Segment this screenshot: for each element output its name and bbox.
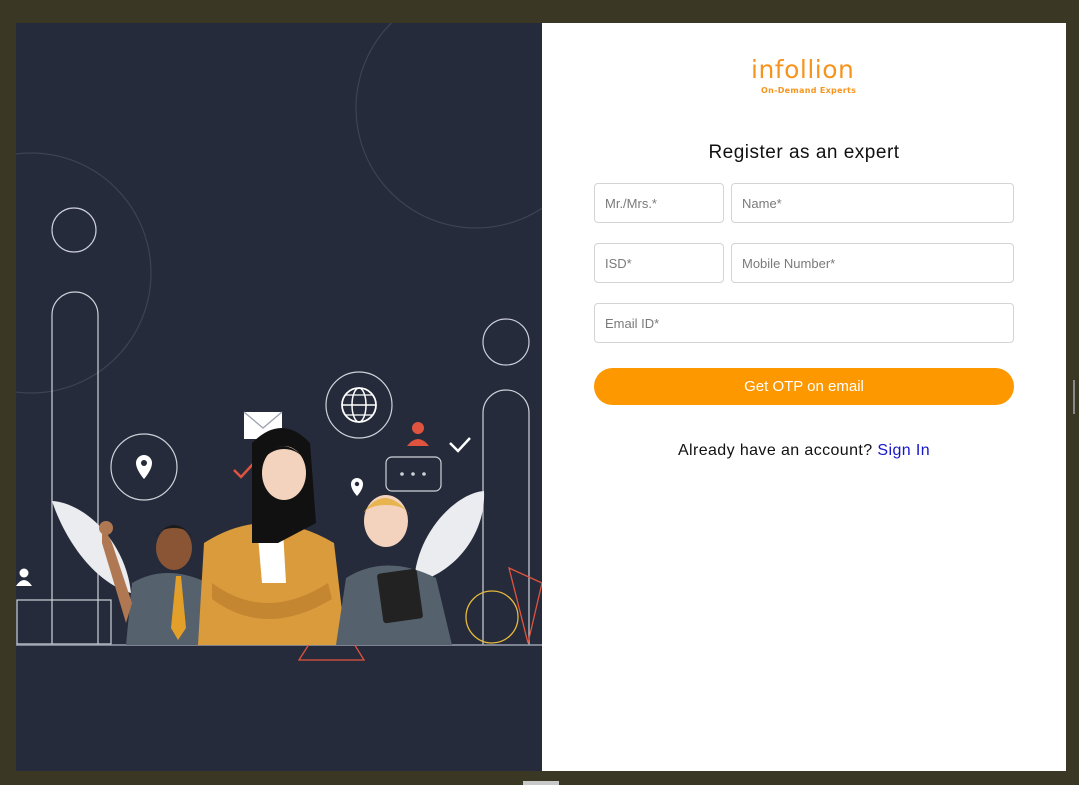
decor-circle-small-right [482,318,530,366]
isd-field[interactable] [594,243,724,283]
app-window: infollion On-Demand Experts Register as … [16,23,1066,771]
email-field[interactable] [594,303,1014,343]
register-panel: infollion On-Demand Experts Register as … [542,23,1066,771]
team-illustration [16,23,542,661]
location-pin-icon [136,455,152,479]
check-icon-red [233,463,254,479]
signin-row: Already have an account? Sign In [542,442,1066,460]
decor-circle-large [355,23,542,229]
person-man-waving [99,521,214,645]
title-field[interactable] [594,183,724,223]
decor-arch-right [482,389,530,645]
infollion-logo: infollion On-Demand Experts [751,55,861,101]
person-woman-center [198,428,346,645]
logo-wordmark: infollion [751,55,855,84]
decor-arch-left [51,291,99,645]
name-field[interactable] [731,183,1014,223]
signin-prompt: Already have an account? [677,442,873,459]
logo-tagline: On-Demand Experts [761,86,857,95]
scrollbar-thumb[interactable] [1073,380,1075,414]
user-icon-red [412,422,424,434]
page-title: Register as an expert [708,142,900,163]
check-icon-white [449,437,471,453]
illustration-panel [16,23,542,771]
decor-rect [16,599,112,645]
bottom-edge-tab [523,781,559,785]
leaf-right [414,491,485,583]
decor-circle-small [51,207,97,253]
location-pin-icon-small [351,478,363,496]
decor-circle-left [16,152,152,394]
get-otp-button[interactable]: Get OTP on email [594,368,1014,405]
user-icon-white [19,568,29,578]
mobile-number-field[interactable] [731,243,1014,283]
decor-circle-yellow [465,590,519,644]
sign-in-link[interactable]: Sign In [877,442,930,459]
